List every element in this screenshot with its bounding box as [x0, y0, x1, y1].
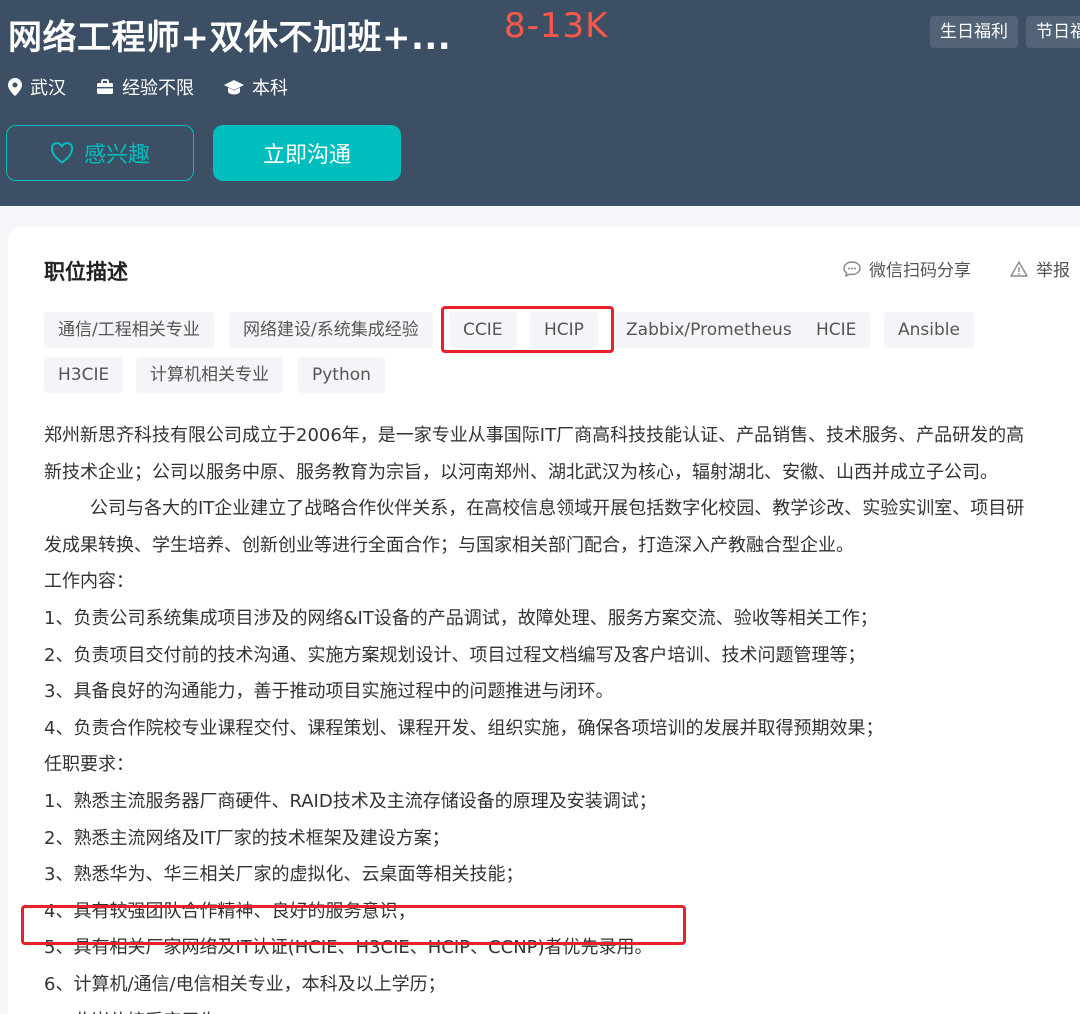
- skill-tag: Ansible: [884, 312, 974, 348]
- description-line: 2、熟悉主流网络及IT厂家的技术框架及建设方案；: [44, 827, 450, 849]
- location: 武汉: [8, 74, 66, 100]
- description-line: 1、熟悉主流服务器厂商硬件、RAID技术及主流存储设备的原理及安装调试；: [44, 790, 657, 812]
- description-line: 4、负责合作院校专业课程交付、课程策划、课程开发、组织实施，确保各项培训的发展并…: [44, 717, 884, 739]
- skill-tag: HCIE: [802, 312, 871, 348]
- report-link[interactable]: 举报: [1010, 256, 1070, 281]
- description-line: 6、计算机/通信/电信相关专业，本科及以上学历；: [44, 973, 446, 995]
- report-label: 举报: [1036, 261, 1070, 281]
- job-title: 网络工程师+双休不加班+...: [8, 18, 452, 58]
- job-header: 网络工程师+双休不加班+... 8-13K 生日福利 节日福 武汉 经验不限 本…: [0, 0, 1080, 206]
- description-line: 3、具备良好的沟通能力，善于推动项目实施过程中的问题推进与闭环。: [44, 681, 614, 703]
- briefcase-icon: [97, 79, 113, 94]
- description-line: 工作内容：: [44, 571, 134, 593]
- section-title: 职位描述: [44, 260, 128, 284]
- description-line: 郑州新思齐科技有限公司成立于2006年，是一家专业从事国际IT厂商高科技技能认证…: [44, 425, 1025, 446]
- description-line: 任职要求：: [44, 754, 134, 776]
- description-line: 2、负责项目交付前的技术沟通、实施方案规划设计、项目过程文档编写及客户培训、技术…: [44, 644, 866, 666]
- education-text: 本科: [252, 78, 288, 99]
- tag-highlight-box: [441, 306, 614, 353]
- warning-icon: [1010, 260, 1028, 277]
- description-line: 新技术企业；公司以服务中原、服务教育为宗旨，以河南郑州、湖北武汉为核心，辐射湖北…: [44, 461, 998, 483]
- description-line: 7、此岗位接受实习生: [44, 1004, 1080, 1014]
- skill-tag: 计算机相关专业: [136, 357, 283, 393]
- interest-button[interactable]: 感兴趣: [6, 125, 194, 181]
- share-label: 微信扫码分享: [869, 261, 971, 281]
- description-line: 发成果转换、学生培养、创新创业等进行全面合作；与国家相关部门配合，打造深入产教融…: [44, 534, 854, 556]
- skill-tag: H3CIE: [44, 357, 124, 393]
- benefit-tag: 生日福利: [930, 16, 1018, 48]
- heart-icon: [50, 142, 74, 164]
- education: 本科: [224, 74, 288, 100]
- benefit-tags: 生日福利 节日福: [930, 16, 1080, 48]
- skill-tag: 通信/工程相关专业: [44, 312, 214, 348]
- description-line: 公司与各大的IT企业建立了战略合作伙伴关系，在高校信息领域开展包括数字化校园、教…: [90, 498, 1025, 520]
- experience-text: 经验不限: [122, 78, 194, 99]
- skill-tag: Python: [298, 357, 385, 393]
- skill-tag: Zabbix/Prometheus: [612, 312, 806, 348]
- location-pin-icon: [8, 78, 22, 96]
- salary: 8-13K: [504, 6, 609, 46]
- description-line: 1、负责公司系统集成项目涉及的网络&IT设备的产品调试，故障处理、服务方案交流、…: [44, 607, 878, 629]
- interest-label: 感兴趣: [83, 143, 150, 168]
- benefit-tag: 节日福: [1026, 16, 1080, 48]
- location-text: 武汉: [30, 78, 66, 99]
- chat-bubble-icon: [843, 260, 861, 277]
- requirement-highlight-box: [21, 905, 686, 945]
- experience: 经验不限: [96, 74, 194, 100]
- chat-button[interactable]: 立即沟通: [213, 125, 401, 181]
- skill-tag: 网络建设/系统集成经验: [229, 312, 433, 348]
- job-meta: 武汉 经验不限 本科: [8, 74, 318, 100]
- graduation-cap-icon: [224, 80, 244, 95]
- description-line: 3、熟悉华为、华三相关厂家的虚拟化、云桌面等相关技能；: [44, 864, 524, 886]
- wechat-share-link[interactable]: 微信扫码分享: [843, 256, 971, 281]
